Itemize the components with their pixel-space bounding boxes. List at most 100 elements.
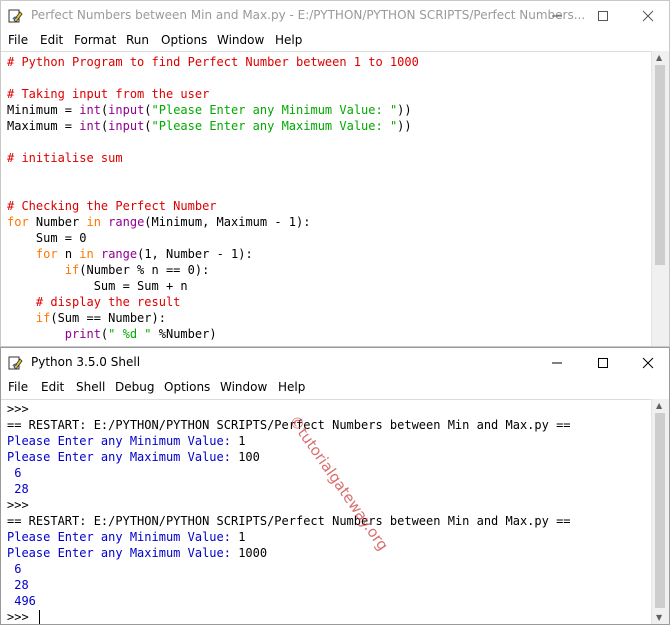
maximize-icon bbox=[598, 11, 608, 21]
code-token: in bbox=[86, 215, 101, 229]
code-token: input bbox=[108, 103, 145, 117]
idle-python-icon bbox=[8, 8, 24, 24]
code-token: int bbox=[79, 119, 101, 133]
code-token: (Sum == Number): bbox=[50, 311, 166, 325]
code-line: # initialise sum bbox=[7, 150, 123, 166]
code-token: 28 bbox=[7, 578, 36, 592]
code-token: Please Enter any Minimum Value: bbox=[7, 434, 239, 448]
code-token: in bbox=[79, 247, 94, 261]
code-token: # Checking the Perfect Number bbox=[7, 199, 217, 213]
shell-line: >>> bbox=[7, 401, 36, 417]
shell-line: >>> bbox=[7, 609, 40, 624]
shell-menu-window[interactable]: Window bbox=[220, 380, 267, 394]
editor-menu-file[interactable]: File bbox=[8, 33, 28, 47]
shell-line: == RESTART: E:/PYTHON/PYTHON SCRIPTS/Per… bbox=[7, 513, 571, 529]
code-token: >>> bbox=[7, 498, 36, 512]
code-line: if(Number % n == 0): bbox=[7, 262, 210, 278]
code-token: for bbox=[7, 215, 29, 229]
shell-menu-help[interactable]: Help bbox=[278, 380, 305, 394]
code-token: )) bbox=[397, 119, 412, 133]
code-line: # Checking the Perfect Number bbox=[7, 198, 217, 214]
shell-line: >>> bbox=[7, 497, 36, 513]
shell-menu-edit[interactable]: Edit bbox=[41, 380, 64, 394]
code-token: # Python Program to find Perfect Number … bbox=[7, 55, 419, 69]
shell-menu-shell[interactable]: Shell bbox=[76, 380, 105, 394]
code-line: for n in range(1, Number - 1): bbox=[7, 246, 253, 262]
code-token: 6 bbox=[7, 562, 29, 576]
editor-code-area[interactable]: # Python Program to find Perfect Number … bbox=[1, 51, 652, 346]
editor-scrollbar[interactable]: ▲ bbox=[651, 51, 669, 346]
shell-line: 6 bbox=[7, 465, 29, 481]
close-icon bbox=[642, 10, 654, 22]
shell-menu-debug[interactable]: Debug bbox=[115, 380, 154, 394]
editor-close-button[interactable] bbox=[625, 1, 670, 31]
editor-menu-options[interactable]: Options bbox=[161, 33, 207, 47]
code-token: print bbox=[64, 327, 101, 341]
editor-menu-help[interactable]: Help bbox=[275, 33, 302, 47]
editor-title-bar[interactable]: Perfect Numbers between Min and Max.py -… bbox=[1, 1, 669, 31]
code-token: # Taking input from the user bbox=[7, 87, 210, 101]
shell-line: Please Enter any Minimum Value: 1 bbox=[7, 433, 245, 449]
scroll-up-arrow-icon[interactable]: ▲ bbox=[656, 53, 662, 62]
code-line: for Number in range(Minimum, Maximum - 1… bbox=[7, 214, 310, 230]
code-token: 1000 bbox=[238, 546, 268, 560]
code-token: 6 bbox=[7, 466, 29, 480]
editor-menu-format[interactable]: Format bbox=[74, 33, 116, 47]
shell-window-title: Python 3.5.0 Shell bbox=[31, 355, 141, 369]
editor-menu-run[interactable]: Run bbox=[126, 33, 149, 47]
code-token: if bbox=[64, 263, 80, 277]
code-token: ( bbox=[144, 103, 152, 117]
code-token: Please Enter any Minimum Value: bbox=[7, 530, 239, 544]
scroll-down-arrow-icon[interactable]: ▼ bbox=[656, 613, 662, 622]
code-token: Minimum = bbox=[7, 103, 80, 117]
code-token: Please Enter any Maximum Value: bbox=[7, 546, 239, 560]
shell-line: Please Enter any Maximum Value: 100 bbox=[7, 449, 260, 465]
editor-window-title: Perfect Numbers between Min and Max.py -… bbox=[31, 8, 586, 22]
code-token: # display the result bbox=[35, 295, 181, 309]
code-token: %Number) bbox=[151, 327, 217, 341]
code-token: ( bbox=[144, 119, 152, 133]
code-token: "Please Enter any Minimum Value: " bbox=[151, 103, 398, 117]
code-line: Sum = 0 bbox=[7, 230, 87, 246]
code-token: )) bbox=[397, 103, 412, 117]
code-token: (Minimum, Maximum - 1): bbox=[144, 215, 311, 229]
code-token: range bbox=[100, 247, 138, 261]
code-line: # Python Program to find Perfect Number … bbox=[7, 54, 419, 70]
scroll-up-arrow-icon[interactable]: ▲ bbox=[656, 401, 662, 410]
code-token: range bbox=[108, 215, 145, 229]
code-token: Please Enter any Maximum Value: bbox=[7, 450, 239, 464]
shell-line: Please Enter any Maximum Value: 1000 bbox=[7, 545, 267, 561]
code-token: 1 bbox=[238, 530, 246, 544]
shell-maximize-button[interactable] bbox=[580, 348, 626, 378]
editor-minimize-button[interactable] bbox=[534, 1, 580, 31]
text-cursor bbox=[38, 610, 40, 624]
editor-menu-edit[interactable]: Edit bbox=[40, 33, 63, 47]
maximize-icon bbox=[598, 358, 608, 368]
code-token: (1, Number - 1): bbox=[137, 247, 253, 261]
shell-menu-file[interactable]: File bbox=[8, 380, 28, 394]
code-token: Number bbox=[28, 215, 87, 229]
code-token: Sum = 0 bbox=[7, 231, 87, 245]
editor-menu-window[interactable]: Window bbox=[217, 33, 264, 47]
code-token: Maximum = bbox=[7, 119, 80, 133]
shell-close-button[interactable] bbox=[625, 348, 670, 378]
editor-maximize-button[interactable] bbox=[580, 1, 626, 31]
shell-menu-options[interactable]: Options bbox=[164, 380, 210, 394]
code-token: if bbox=[35, 311, 51, 325]
code-line: Minimum = int(input("Please Enter any Mi… bbox=[7, 102, 412, 118]
shell-line: 496 bbox=[7, 593, 43, 609]
shell-minimize-button[interactable] bbox=[534, 348, 580, 378]
shell-scrollbar[interactable]: ▲ ▼ bbox=[651, 399, 669, 624]
code-token: for bbox=[35, 247, 58, 261]
shell-title-bar[interactable]: Python 3.5.0 Shell bbox=[1, 348, 669, 378]
editor-scroll-thumb[interactable] bbox=[655, 65, 665, 265]
shell-line: 6 bbox=[7, 561, 29, 577]
shell-output-area[interactable]: >>> == RESTART: E:/PYTHON/PYTHON SCRIPTS… bbox=[1, 399, 652, 624]
shell-scroll-thumb[interactable] bbox=[655, 413, 665, 608]
shell-line: Please Enter any Minimum Value: 1 bbox=[7, 529, 245, 545]
shell-line: 28 bbox=[7, 481, 36, 497]
